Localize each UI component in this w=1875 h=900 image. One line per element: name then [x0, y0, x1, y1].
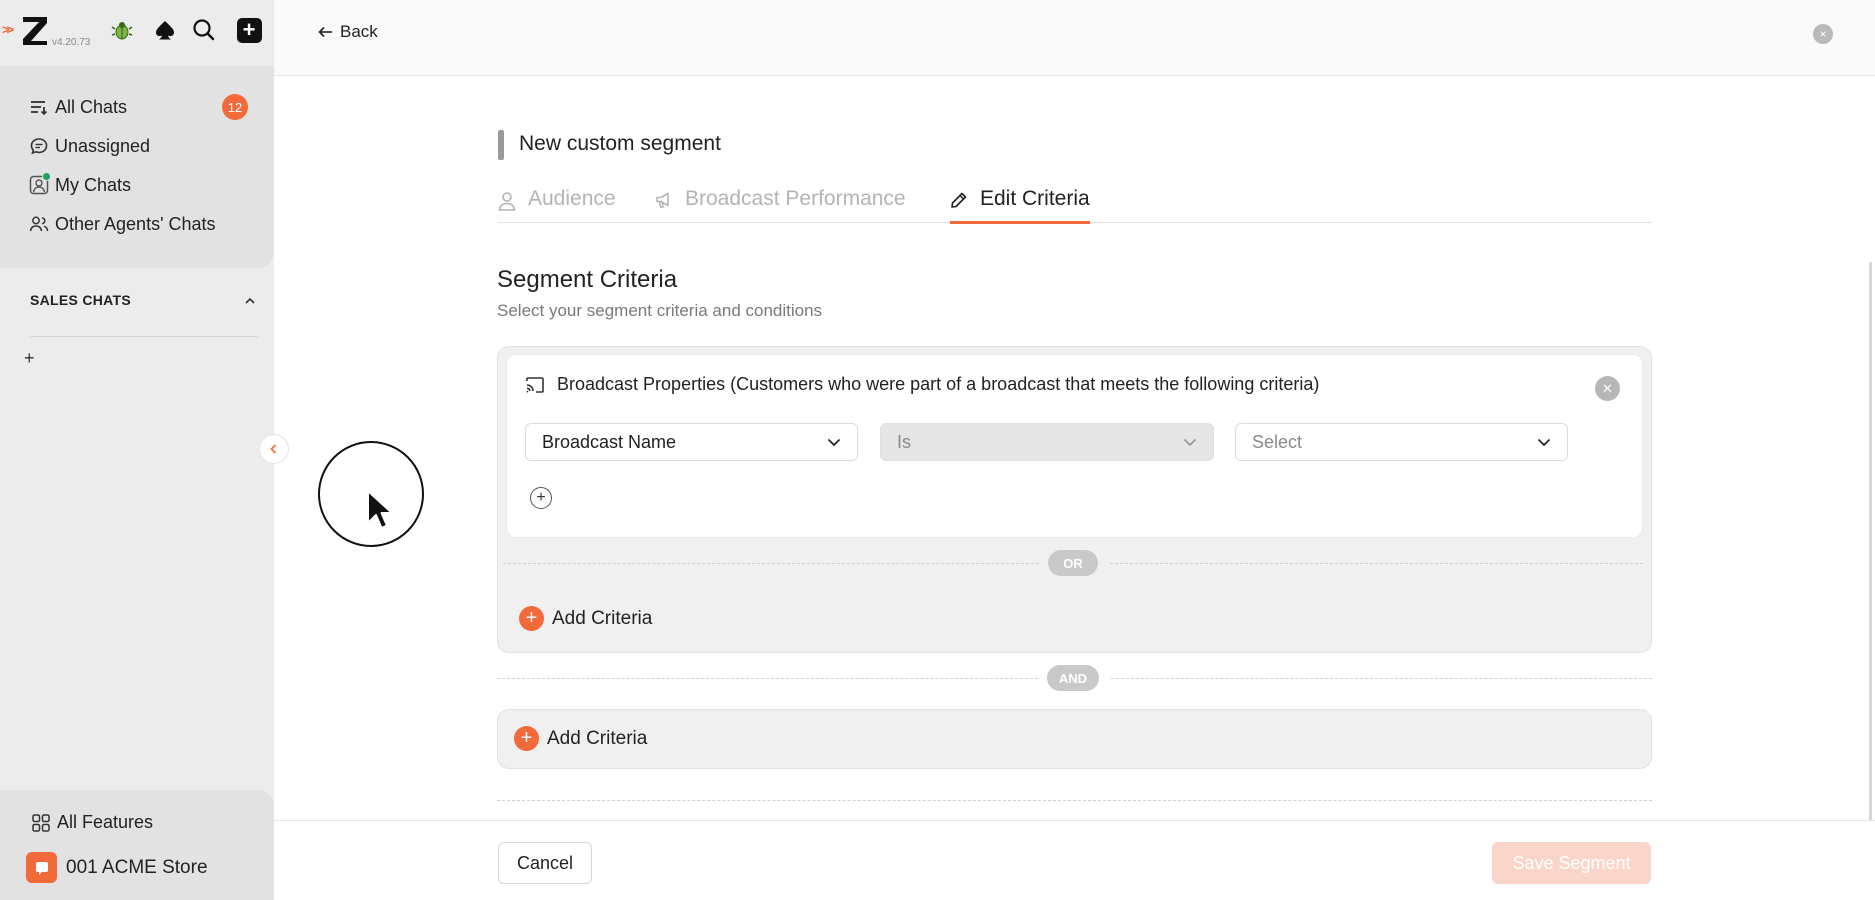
sidebar-item-unassigned[interactable]: Unassigned: [29, 132, 150, 160]
bug-icon[interactable]: [108, 16, 136, 44]
add-section-item-button[interactable]: +: [24, 348, 35, 369]
title-accent-bar: [498, 130, 504, 160]
person-icon: [498, 191, 516, 211]
or-divider-line: [503, 563, 1039, 564]
sidebar-item-label: All Chats: [55, 96, 128, 117]
megaphone-icon: [655, 191, 673, 209]
filter-list-icon: [29, 97, 49, 117]
plus-circle-icon: +: [514, 726, 539, 751]
operator-select[interactable]: Is: [880, 423, 1214, 461]
sidebar-topbar: >> v4.20.73 +: [0, 0, 274, 62]
back-button[interactable]: Back: [318, 22, 378, 42]
add-criteria-label: Add Criteria: [547, 727, 648, 749]
chevron-left-icon: [270, 444, 277, 454]
remove-criteria-icon[interactable]: ✕: [1595, 376, 1620, 401]
chevron-down-icon: [1183, 438, 1197, 446]
tab-label: Audience: [528, 187, 616, 210]
save-segment-button[interactable]: Save Segment: [1492, 842, 1651, 884]
pencil-icon: [950, 191, 968, 209]
section-divider: [30, 336, 258, 337]
criteria-subheading: Select your segment criteria and conditi…: [497, 301, 823, 320]
all-features-label: All Features: [57, 812, 154, 832]
chevron-down-icon: [1537, 438, 1551, 446]
bottom-divider-line: [497, 800, 1652, 801]
tab-label: Edit Criteria: [980, 187, 1090, 210]
all-features-link[interactable]: All Features: [32, 812, 153, 833]
chat-bubble-icon: [29, 136, 49, 156]
or-separator: OR: [1048, 550, 1098, 576]
add-condition-button[interactable]: +: [530, 487, 552, 509]
tab-label: Broadcast Performance: [685, 187, 906, 210]
criteria-group-empty: [497, 709, 1652, 769]
tab-audience[interactable]: Audience: [498, 187, 616, 223]
sidebar-item-other-agents-chats[interactable]: Other Agents' Chats: [29, 210, 216, 238]
sidebar-bottom-card: [0, 790, 274, 900]
store-name: 001 ACME Store: [66, 856, 208, 878]
cancel-button[interactable]: Cancel: [498, 842, 592, 884]
and-separator: AND: [1047, 665, 1099, 691]
app-logo[interactable]: [20, 14, 50, 48]
field-select-value: Broadcast Name: [542, 431, 677, 452]
expand-chevrons-icon[interactable]: >>: [2, 22, 14, 37]
scrollbar[interactable]: [1869, 262, 1872, 822]
mouse-cursor-icon: [367, 490, 393, 529]
store-switcher[interactable]: 001 ACME Store: [26, 852, 208, 883]
broadcast-cast-icon: [525, 376, 545, 394]
sidebar-item-label: Unassigned: [55, 135, 151, 156]
plus-circle-icon: +: [519, 606, 544, 631]
criteria-heading: Segment Criteria: [497, 266, 678, 293]
users-icon: [29, 214, 49, 234]
page-title[interactable]: New custom segment: [519, 132, 721, 156]
plus-icon: +: [236, 17, 262, 43]
add-or-criteria-button[interactable]: + Add Criteria: [519, 606, 652, 631]
section-title-sales-chats[interactable]: SALES CHATS: [30, 292, 131, 308]
criteria-card-title: Broadcast Properties (Customers who were…: [557, 374, 1320, 394]
tab-edit-criteria[interactable]: Edit Criteria: [950, 187, 1090, 224]
main-header: [274, 0, 1875, 76]
new-chat-button[interactable]: +: [235, 16, 263, 44]
operator-select-value: Is: [897, 431, 912, 452]
or-divider-line: [1110, 563, 1643, 564]
chevron-down-icon: [827, 438, 841, 446]
field-select[interactable]: Broadcast Name: [525, 423, 858, 461]
value-select-placeholder: Select: [1252, 431, 1303, 452]
search-icon[interactable]: [190, 16, 218, 44]
back-label: Back: [340, 22, 378, 41]
sidebar-item-label: Other Agents' Chats: [55, 213, 216, 234]
close-icon[interactable]: ×: [1813, 24, 1833, 44]
tab-broadcast-performance[interactable]: Broadcast Performance: [655, 187, 906, 223]
online-status-dot: [42, 172, 51, 181]
value-select[interactable]: Select: [1235, 423, 1568, 461]
chevron-up-icon[interactable]: [244, 294, 256, 312]
add-and-criteria-button[interactable]: + Add Criteria: [514, 726, 647, 751]
and-divider-line: [497, 678, 1038, 679]
criteria-card-header: Broadcast Properties (Customers who were…: [525, 374, 1319, 395]
sidebar-item-all-chats[interactable]: All Chats: [29, 93, 127, 121]
add-criteria-label: Add Criteria: [552, 607, 653, 629]
and-divider-line: [1111, 678, 1652, 679]
arrow-left-icon: [318, 26, 333, 38]
collapse-sidebar-button[interactable]: [259, 434, 289, 464]
spade-icon[interactable]: [151, 16, 179, 44]
store-icon: [26, 852, 57, 883]
tab-bar: Audience Broadcast Performance Edit Crit…: [498, 187, 1652, 224]
sidebar-item-my-chats[interactable]: My Chats: [29, 171, 131, 199]
unread-count-badge: 12: [222, 94, 248, 120]
user-chat-icon: [29, 172, 51, 195]
grid-icon: [32, 813, 50, 832]
sidebar-item-label: My Chats: [55, 174, 132, 195]
app-version: v4.20.73: [52, 37, 91, 48]
